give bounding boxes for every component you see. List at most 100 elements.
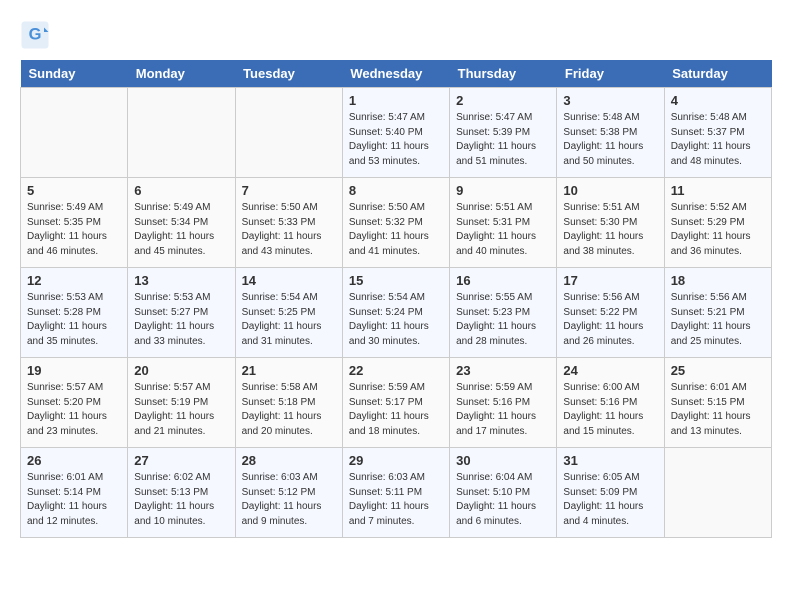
calendar-cell: 3 Sunrise: 5:48 AM Sunset: 5:38 PM Daylig… <box>557 88 664 178</box>
calendar-cell: 11 Sunrise: 5:52 AM Sunset: 5:29 PM Dayli… <box>664 178 771 268</box>
calendar-cell: 23 Sunrise: 5:59 AM Sunset: 5:16 PM Dayli… <box>450 358 557 448</box>
calendar-cell <box>235 88 342 178</box>
weekday-header-sunday: Sunday <box>21 60 128 88</box>
day-info: Sunrise: 5:53 AM Sunset: 5:28 PM Dayligh… <box>27 291 121 349</box>
day-info: Sunrise: 5:48 AM Sunset: 5:38 PM Dayligh… <box>563 111 657 169</box>
day-info: Sunrise: 6:02 AM Sunset: 5:13 PM Dayligh… <box>134 471 228 529</box>
day-info: Sunrise: 6:04 AM Sunset: 5:10 PM Dayligh… <box>456 471 550 529</box>
day-number: 2 <box>456 93 550 108</box>
day-info: Sunrise: 5:49 AM Sunset: 5:35 PM Dayligh… <box>27 201 121 259</box>
day-info: Sunrise: 5:51 AM Sunset: 5:30 PM Dayligh… <box>563 201 657 259</box>
calendar-week-row: 19 Sunrise: 5:57 AM Sunset: 5:20 PM Dayli… <box>21 358 772 448</box>
day-info: Sunrise: 6:03 AM Sunset: 5:11 PM Dayligh… <box>349 471 443 529</box>
calendar-cell: 15Sunrise: 5:54 AM Sunset: 5:24 PM Dayli… <box>342 268 449 358</box>
day-number: 1 <box>349 93 443 108</box>
calendar-week-row: 5 Sunrise: 5:49 AM Sunset: 5:35 PM Daylig… <box>21 178 772 268</box>
day-number: 9 <box>456 183 550 198</box>
calendar-cell: 19 Sunrise: 5:57 AM Sunset: 5:20 PM Dayli… <box>21 358 128 448</box>
calendar-cell: 29 Sunrise: 6:03 AM Sunset: 5:11 PM Dayli… <box>342 448 449 538</box>
day-info: Sunrise: 5:59 AM Sunset: 5:17 PM Dayligh… <box>349 381 443 439</box>
calendar-cell: 26 Sunrise: 6:01 AM Sunset: 5:14 PM Dayli… <box>21 448 128 538</box>
calendar-week-row: 26 Sunrise: 6:01 AM Sunset: 5:14 PM Dayli… <box>21 448 772 538</box>
day-number: 4 <box>671 93 765 108</box>
calendar-week-row: 1 Sunrise: 5:47 AM Sunset: 5:40 PM Daylig… <box>21 88 772 178</box>
weekday-header-thursday: Thursday <box>450 60 557 88</box>
day-info: Sunrise: 5:56 AM Sunset: 5:22 PM Dayligh… <box>563 291 657 349</box>
day-number: 24 <box>563 363 657 378</box>
calendar-cell: 7 Sunrise: 5:50 AM Sunset: 5:33 PM Daylig… <box>235 178 342 268</box>
day-info: Sunrise: 5:57 AM Sunset: 5:20 PM Dayligh… <box>27 381 121 439</box>
calendar-cell: 28 Sunrise: 6:03 AM Sunset: 5:12 PM Dayli… <box>235 448 342 538</box>
day-number: 30 <box>456 453 550 468</box>
day-info: Sunrise: 5:49 AM Sunset: 5:34 PM Dayligh… <box>134 201 228 259</box>
day-info: Sunrise: 5:52 AM Sunset: 5:29 PM Dayligh… <box>671 201 765 259</box>
day-number: 23 <box>456 363 550 378</box>
calendar-cell: 31 Sunrise: 6:05 AM Sunset: 5:09 PM Dayli… <box>557 448 664 538</box>
calendar-cell: 30 Sunrise: 6:04 AM Sunset: 5:10 PM Dayli… <box>450 448 557 538</box>
calendar-cell: 13Sunrise: 5:53 AM Sunset: 5:27 PM Dayli… <box>128 268 235 358</box>
day-info: Sunrise: 5:47 AM Sunset: 5:39 PM Dayligh… <box>456 111 550 169</box>
svg-text:G: G <box>29 26 42 44</box>
day-number: 6 <box>134 183 228 198</box>
calendar-week-row: 12 Sunrise: 5:53 AM Sunset: 5:28 PM Dayli… <box>21 268 772 358</box>
day-info: Sunrise: 6:01 AM Sunset: 5:15 PM Dayligh… <box>671 381 765 439</box>
calendar-cell: 2 Sunrise: 5:47 AM Sunset: 5:39 PM Daylig… <box>450 88 557 178</box>
day-info: Sunrise: 5:56 AM Sunset: 5:21 PM Dayligh… <box>671 291 765 349</box>
weekday-header-saturday: Saturday <box>664 60 771 88</box>
day-number: 5 <box>27 183 121 198</box>
day-info: Sunrise: 5:47 AM Sunset: 5:40 PM Dayligh… <box>349 111 443 169</box>
day-number: 25 <box>671 363 765 378</box>
day-number: 22 <box>349 363 443 378</box>
calendar-cell: 24Sunrise: 6:00 AM Sunset: 5:16 PM Dayli… <box>557 358 664 448</box>
day-info: Sunrise: 5:57 AM Sunset: 5:19 PM Dayligh… <box>134 381 228 439</box>
logo-icon: G <box>20 20 50 50</box>
day-number: 3 <box>563 93 657 108</box>
day-number: 26 <box>27 453 121 468</box>
day-number: 28 <box>242 453 336 468</box>
day-info: Sunrise: 5:54 AM Sunset: 5:24 PM Dayligh… <box>349 291 443 349</box>
day-number: 21 <box>242 363 336 378</box>
calendar-cell <box>664 448 771 538</box>
calendar-cell: 18 Sunrise: 5:56 AM Sunset: 5:21 PM Dayli… <box>664 268 771 358</box>
calendar-cell: 25 Sunrise: 6:01 AM Sunset: 5:15 PM Dayli… <box>664 358 771 448</box>
day-number: 16 <box>456 273 550 288</box>
day-number: 7 <box>242 183 336 198</box>
day-info: Sunrise: 5:59 AM Sunset: 5:16 PM Dayligh… <box>456 381 550 439</box>
calendar-cell: 14Sunrise: 5:54 AM Sunset: 5:25 PM Dayli… <box>235 268 342 358</box>
day-info: Sunrise: 5:58 AM Sunset: 5:18 PM Dayligh… <box>242 381 336 439</box>
day-number: 18 <box>671 273 765 288</box>
calendar-cell: 4Sunrise: 5:48 AM Sunset: 5:37 PM Daylig… <box>664 88 771 178</box>
calendar-cell: 5 Sunrise: 5:49 AM Sunset: 5:35 PM Daylig… <box>21 178 128 268</box>
calendar-cell: 22 Sunrise: 5:59 AM Sunset: 5:17 PM Dayli… <box>342 358 449 448</box>
day-number: 20 <box>134 363 228 378</box>
day-number: 14 <box>242 273 336 288</box>
day-info: Sunrise: 6:01 AM Sunset: 5:14 PM Dayligh… <box>27 471 121 529</box>
day-info: Sunrise: 6:03 AM Sunset: 5:12 PM Dayligh… <box>242 471 336 529</box>
calendar-cell: 17 Sunrise: 5:56 AM Sunset: 5:22 PM Dayli… <box>557 268 664 358</box>
day-info: Sunrise: 6:05 AM Sunset: 5:09 PM Dayligh… <box>563 471 657 529</box>
weekday-header-row: SundayMondayTuesdayWednesdayThursdayFrid… <box>21 60 772 88</box>
day-number: 31 <box>563 453 657 468</box>
day-number: 19 <box>27 363 121 378</box>
day-info: Sunrise: 5:50 AM Sunset: 5:33 PM Dayligh… <box>242 201 336 259</box>
day-number: 12 <box>27 273 121 288</box>
calendar-cell: 27Sunrise: 6:02 AM Sunset: 5:13 PM Dayli… <box>128 448 235 538</box>
weekday-header-wednesday: Wednesday <box>342 60 449 88</box>
day-number: 17 <box>563 273 657 288</box>
day-info: Sunrise: 5:50 AM Sunset: 5:32 PM Dayligh… <box>349 201 443 259</box>
weekday-header-monday: Monday <box>128 60 235 88</box>
calendar-cell: 8Sunrise: 5:50 AM Sunset: 5:32 PM Daylig… <box>342 178 449 268</box>
calendar-cell: 6 Sunrise: 5:49 AM Sunset: 5:34 PM Daylig… <box>128 178 235 268</box>
page-header: G <box>20 20 772 50</box>
day-number: 11 <box>671 183 765 198</box>
day-info: Sunrise: 5:55 AM Sunset: 5:23 PM Dayligh… <box>456 291 550 349</box>
day-number: 10 <box>563 183 657 198</box>
calendar-cell <box>21 88 128 178</box>
calendar-cell: 16 Sunrise: 5:55 AM Sunset: 5:23 PM Dayli… <box>450 268 557 358</box>
weekday-header-friday: Friday <box>557 60 664 88</box>
calendar-cell: 9Sunrise: 5:51 AM Sunset: 5:31 PM Daylig… <box>450 178 557 268</box>
day-number: 29 <box>349 453 443 468</box>
day-number: 13 <box>134 273 228 288</box>
calendar-cell: 21 Sunrise: 5:58 AM Sunset: 5:18 PM Dayli… <box>235 358 342 448</box>
weekday-header-tuesday: Tuesday <box>235 60 342 88</box>
